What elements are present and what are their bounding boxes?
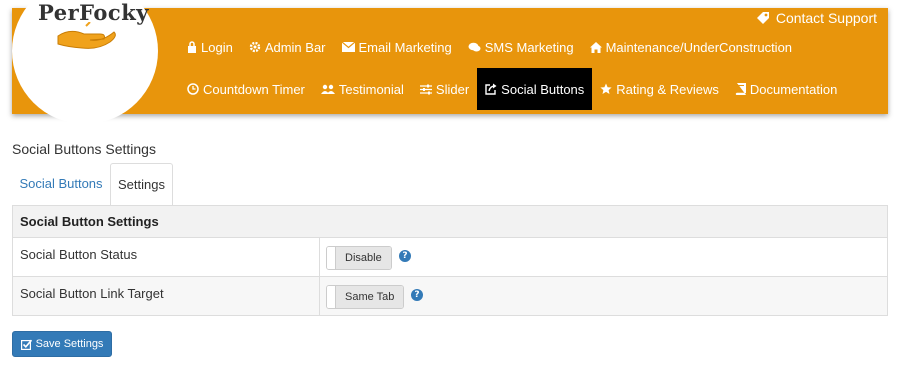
- settings-tabs: Social Buttons Settings: [12, 163, 888, 206]
- settings-table: Social Button Settings Social Button Sta…: [12, 205, 888, 316]
- page-title: Social Buttons Settings: [12, 141, 156, 157]
- table-header: Social Button Settings: [20, 214, 159, 229]
- tab-social-buttons[interactable]: Social Buttons: [12, 163, 110, 205]
- nav-label: Countdown Timer: [203, 81, 305, 97]
- users-icon: [320, 84, 335, 94]
- nav-label: Social Buttons: [501, 81, 585, 97]
- nav-item-countdown-timer[interactable]: Countdown Timer: [187, 68, 305, 110]
- nav-item-maintenance[interactable]: Maintenance/UnderConstruction: [589, 36, 793, 58]
- nav-item-social-buttons[interactable]: Social Buttons: [477, 68, 593, 110]
- nav-label: Rating & Reviews: [616, 81, 719, 97]
- cell-divider: [319, 238, 320, 276]
- save-settings-label: Save Settings: [35, 338, 104, 350]
- toggle-handle: [327, 286, 336, 308]
- help-icon[interactable]: ?: [411, 289, 423, 301]
- nav-item-admin-bar[interactable]: Admin Bar: [249, 36, 326, 58]
- lock-icon: [188, 41, 196, 53]
- nav-item-rating-reviews[interactable]: Rating & Reviews: [600, 68, 719, 110]
- gear-icon: [249, 41, 261, 53]
- cell-divider: [319, 277, 320, 315]
- nav-label: Login: [201, 39, 233, 55]
- clock-icon: [187, 83, 199, 95]
- table-header-row: Social Button Settings: [13, 206, 887, 237]
- link-target-toggle[interactable]: Same Tab: [326, 285, 405, 309]
- nav-label: Testimonial: [338, 81, 404, 97]
- nav-row-primary: Login Admin Bar Email Marketing SMS Mark…: [187, 36, 808, 58]
- chat-icon: [468, 42, 481, 51]
- nav-item-slider[interactable]: Slider: [419, 68, 470, 110]
- help-icon[interactable]: ?: [399, 250, 411, 262]
- toggle-handle: [327, 247, 336, 269]
- envelope-icon: [341, 42, 355, 52]
- star-icon: [600, 83, 612, 94]
- nav-label: Maintenance/UnderConstruction: [605, 39, 793, 55]
- contact-support-link[interactable]: Contact Support: [756, 10, 877, 26]
- sliders-icon: [419, 84, 432, 94]
- share-icon: [485, 83, 497, 95]
- home-icon: [589, 41, 602, 53]
- checkbox-icon: [20, 339, 32, 350]
- hand-logo-icon: [57, 22, 116, 49]
- nav-row-secondary: Countdown Timer Testimonial Slider Socia…: [187, 68, 853, 110]
- status-toggle-value: Disable: [336, 247, 391, 269]
- nav-label: Admin Bar: [264, 39, 326, 55]
- table-row: Social Button Link Target Same Tab ?: [13, 276, 887, 315]
- nav-item-testimonial[interactable]: Testimonial: [320, 68, 404, 110]
- tab-settings[interactable]: Settings: [110, 163, 173, 206]
- nav-label: Documentation: [749, 81, 838, 97]
- nav-label: Slider: [435, 81, 470, 97]
- nav-item-sms-marketing[interactable]: SMS Marketing: [468, 36, 574, 58]
- table-row: Social Button Status Disable ?: [13, 237, 887, 276]
- contact-support-label: Contact Support: [775, 10, 877, 26]
- nav-item-documentation[interactable]: Documentation: [735, 68, 837, 110]
- setting-label-link-target: Social Button Link Target: [20, 286, 164, 301]
- status-toggle[interactable]: Disable: [326, 246, 392, 270]
- nav-label: SMS Marketing: [484, 39, 574, 55]
- logo[interactable]: PerFocky: [12, 0, 158, 124]
- top-header: PerFocky Contact Support Login Admin Bar: [12, 0, 888, 124]
- book-icon: [735, 83, 746, 95]
- nav-label: Email Marketing: [358, 39, 452, 55]
- save-settings-button[interactable]: Save Settings: [12, 331, 112, 357]
- nav-item-email-marketing[interactable]: Email Marketing: [341, 36, 452, 58]
- nav-item-login[interactable]: Login: [187, 36, 233, 58]
- link-target-toggle-value: Same Tab: [336, 286, 404, 308]
- tag-icon: [756, 12, 769, 24]
- setting-label-status: Social Button Status: [20, 247, 138, 262]
